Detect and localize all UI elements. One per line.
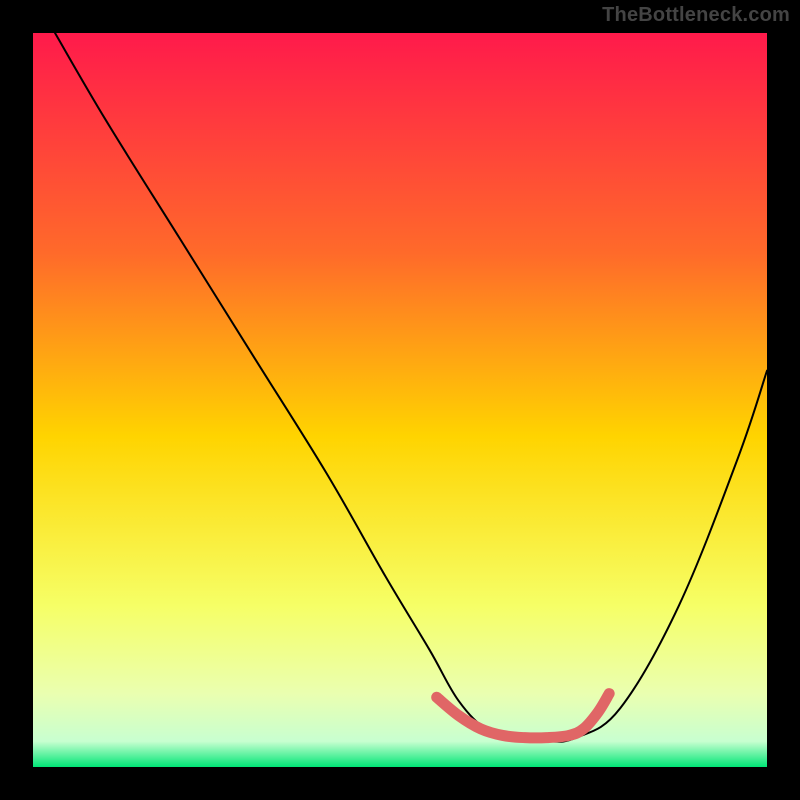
curve-layer <box>33 33 767 767</box>
plot-area <box>33 33 767 767</box>
watermark-text: TheBottleneck.com <box>602 4 790 27</box>
bottleneck-curve <box>55 33 767 742</box>
optimal-segment <box>437 694 609 738</box>
chart-frame: TheBottleneck.com <box>0 0 800 800</box>
